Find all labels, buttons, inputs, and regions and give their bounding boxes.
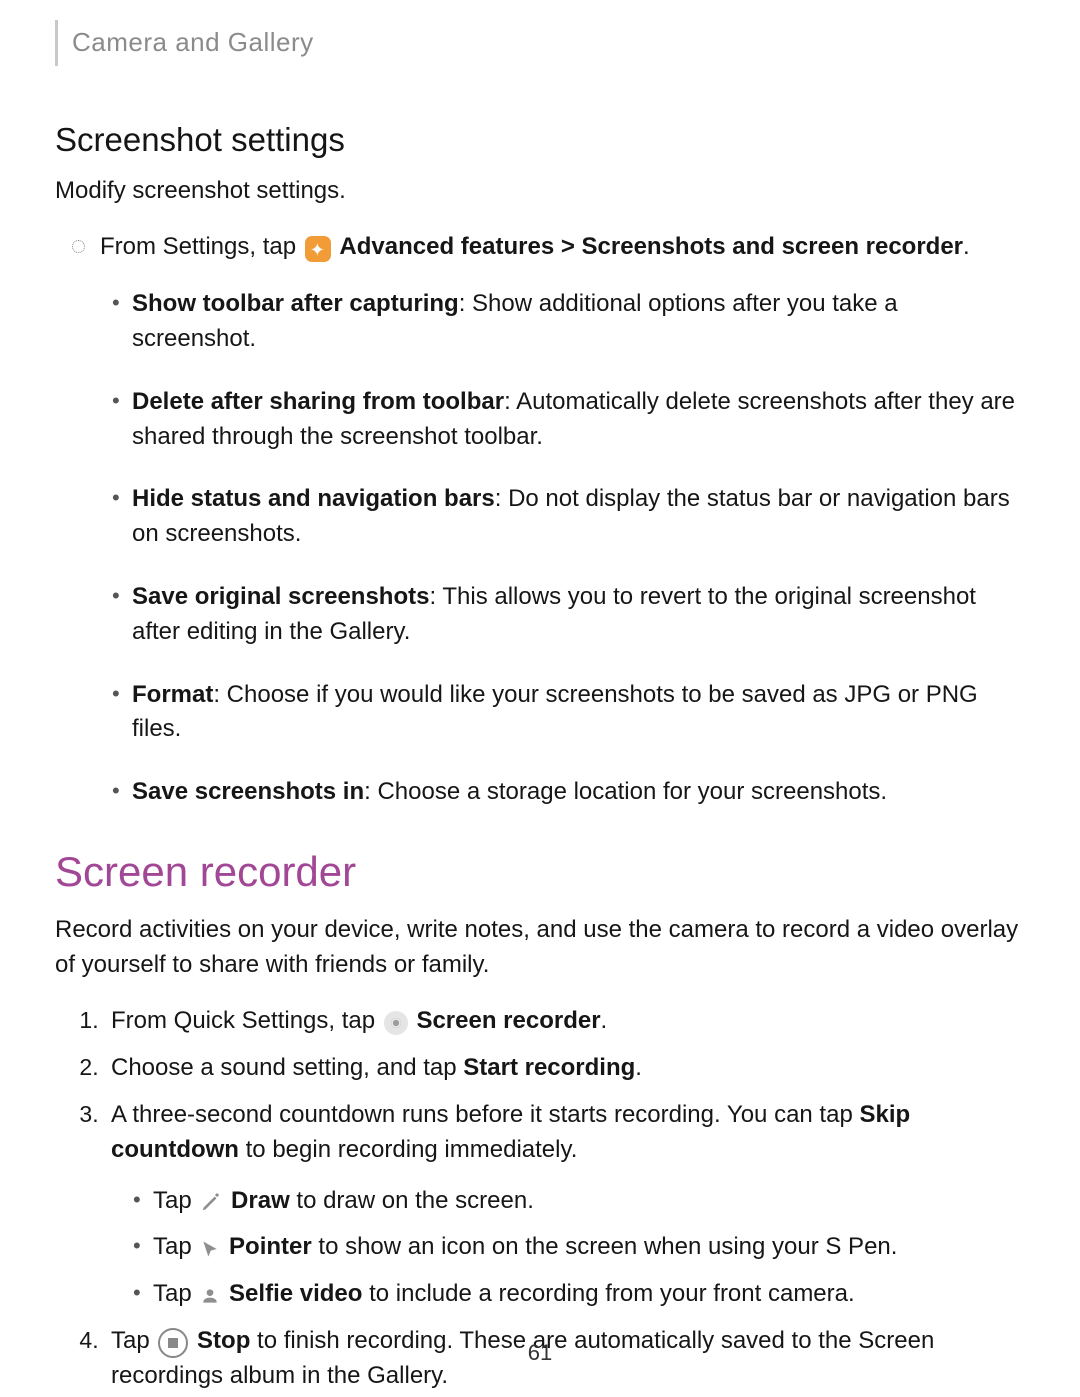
substep-pre: Tap — [153, 1187, 198, 1214]
substep-label: Selfie video — [229, 1280, 362, 1307]
pointer-icon — [200, 1238, 220, 1260]
option-label: Hide status and navigation bars — [132, 485, 495, 512]
screen-recorder-icon — [384, 1011, 408, 1035]
step-1: From Quick Settings, tap Screen recorder… — [105, 1004, 1025, 1039]
step2-prefix: Choose a sound setting, and tap — [111, 1054, 463, 1081]
option-label: Save screenshots in — [132, 778, 364, 805]
step2-suffix: . — [635, 1054, 642, 1081]
option-label: Format — [132, 681, 213, 708]
option-delete-after-sharing: Delete after sharing from toolbar: Autom… — [132, 385, 1025, 455]
selfie-video-icon — [200, 1285, 220, 1307]
draw-icon — [200, 1191, 222, 1213]
screenshot-settings-heading: Screenshot settings — [55, 116, 1025, 164]
substep-post: to draw on the screen. — [290, 1187, 534, 1214]
substep-post: to include a recording from your front c… — [362, 1280, 854, 1307]
option-show-toolbar: Show toolbar after capturing: Show addit… — [132, 287, 1025, 357]
option-hide-bars: Hide status and navigation bars: Do not … — [132, 482, 1025, 552]
step-3: A three-second countdown runs before it … — [105, 1098, 1025, 1312]
from-settings-step: From Settings, tap Advanced features > S… — [100, 230, 1025, 810]
step1-prefix: From Quick Settings, tap — [111, 1007, 375, 1034]
substep-label: Draw — [231, 1187, 290, 1214]
option-format: Format: Choose if you would like your sc… — [132, 678, 1025, 748]
step-text: From Settings, tap — [100, 233, 296, 260]
option-save-location: Save screenshots in: Choose a storage lo… — [132, 775, 1025, 810]
step2-bold: Start recording — [463, 1054, 635, 1081]
substep-pointer: Tap Pointer to show an icon on the scree… — [153, 1230, 1025, 1265]
option-desc: : Choose if you would like your screensh… — [132, 681, 978, 743]
option-save-original: Save original screenshots: This allows y… — [132, 580, 1025, 650]
option-label: Delete after sharing from toolbar — [132, 388, 504, 415]
page-number: 61 — [0, 1337, 1080, 1369]
step-suffix: . — [963, 233, 970, 260]
step3-suffix: to begin recording immediately. — [239, 1136, 577, 1163]
substep-selfie: Tap Selfie video to include a recording … — [153, 1277, 1025, 1312]
substep-draw: Tap Draw to draw on the screen. — [153, 1184, 1025, 1219]
step-bold: Advanced features > Screenshots and scre… — [339, 233, 963, 260]
substep-post: to show an icon on the screen when using… — [312, 1233, 898, 1260]
advanced-features-icon — [305, 236, 331, 262]
step1-bold: Screen recorder — [416, 1007, 600, 1034]
substep-pre: Tap — [153, 1233, 198, 1260]
step-2: Choose a sound setting, and tap Start re… — [105, 1051, 1025, 1086]
screen-recorder-heading: Screen recorder — [55, 842, 1025, 903]
substep-pre: Tap — [153, 1280, 198, 1307]
screen-recorder-lead: Record activities on your device, write … — [55, 913, 1025, 983]
substep-label: Pointer — [229, 1233, 312, 1260]
step3-prefix: A three-second countdown runs before it … — [111, 1101, 859, 1128]
screenshot-settings-lead: Modify screenshot settings. — [55, 174, 1025, 209]
option-desc: : Choose a storage location for your scr… — [364, 778, 887, 805]
breadcrumb: Camera and Gallery — [55, 20, 1025, 66]
option-label: Show toolbar after capturing — [132, 290, 459, 317]
step1-suffix: . — [601, 1007, 608, 1034]
option-label: Save original screenshots — [132, 583, 429, 610]
